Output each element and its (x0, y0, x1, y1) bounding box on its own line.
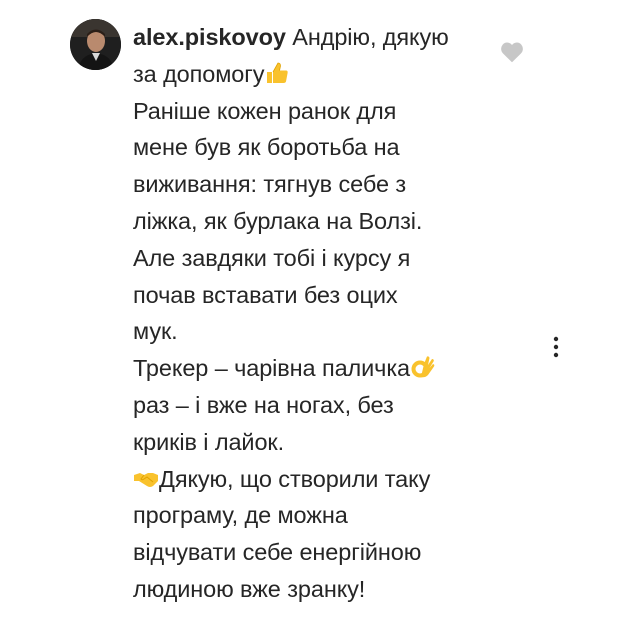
comment-line-11: раз – і вже на ногах, без (133, 391, 394, 418)
comment-line-13: Дякую, що створили таку (133, 461, 489, 498)
handshake-emoji (133, 465, 159, 491)
more-vertical-icon (553, 336, 559, 358)
comment-text: alex.piskovoy Андрію, дякую за допомогу … (133, 19, 489, 608)
comment-line-16: людиною вже зранку! (133, 575, 366, 602)
comment-text-fragment: Дякую, що створили таку (159, 465, 431, 492)
thumbs-up-emoji (264, 60, 290, 86)
comment-line-5: виживання: тягнув себе з (133, 171, 407, 198)
comment-line-9: мук. (133, 318, 178, 345)
comment-line-6: ліжка, як бурлака на Волзі. (133, 207, 423, 234)
comment-line-8: почав вставати без оцих (133, 281, 398, 308)
comment-text-fragment: за допомогу (133, 60, 265, 87)
comment-line-14: програму, де можна (133, 502, 348, 529)
comment-line-7: Але завдяки тобі і курсу я (133, 244, 411, 271)
comment-line-2: за допомогу (133, 56, 489, 93)
comment-line-3: Раніше кожен ранок для (133, 97, 397, 124)
comment-text-fragment: Трекер – чарівна паличка (133, 355, 410, 382)
more-options-button[interactable] (546, 334, 566, 360)
comment-line-15: відчувати себе енергійною (133, 539, 422, 566)
comment-line-1: alex.piskovoy Андрію, дякую (133, 19, 489, 56)
comment: alex.piskovoy Андрію, дякую за допомогу … (0, 0, 640, 640)
ok-hand-emoji (410, 354, 436, 380)
comment-line-10: Трекер – чарівна паличка (133, 350, 489, 387)
comment-line-4: мене був як боротьба на (133, 134, 400, 161)
avatar[interactable] (70, 19, 121, 70)
like-button[interactable] (500, 41, 524, 63)
username-link[interactable]: alex.piskovoy (133, 24, 286, 50)
comment-text-fragment: Андрію, дякую (285, 24, 449, 50)
heart-icon (501, 42, 523, 63)
comment-line-12: криків і лайок. (133, 428, 285, 455)
avatar-image (70, 19, 121, 70)
